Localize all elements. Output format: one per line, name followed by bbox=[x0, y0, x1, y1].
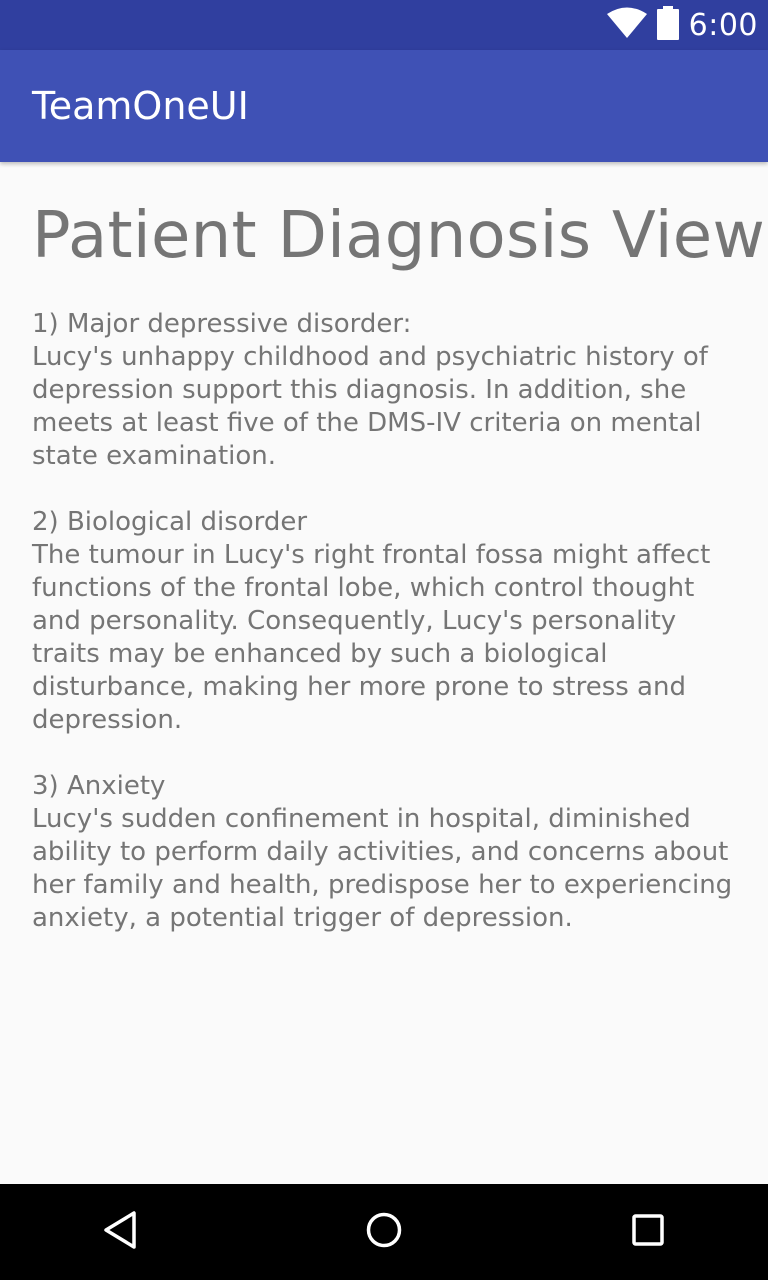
app-toolbar: TeamOneUI bbox=[0, 50, 768, 162]
diagnosis-item: 1) Major depressive disorder: Lucy's unh… bbox=[32, 308, 744, 473]
diagnosis-item: 2) Biological disorder The tumour in Luc… bbox=[32, 506, 744, 737]
status-time: 6:00 bbox=[688, 7, 758, 43]
status-bar: 6:00 bbox=[0, 0, 768, 50]
home-icon bbox=[364, 1210, 404, 1255]
diagnosis-heading: 3) Anxiety bbox=[32, 771, 166, 801]
navigation-bar bbox=[0, 1184, 768, 1280]
diagnosis-text: 1) Major depressive disorder: Lucy's unh… bbox=[32, 308, 744, 968]
back-icon bbox=[100, 1210, 140, 1255]
recents-button[interactable] bbox=[624, 1208, 672, 1256]
wifi-icon bbox=[606, 7, 647, 44]
status-indicators: 6:00 bbox=[606, 0, 758, 50]
battery-icon bbox=[656, 5, 679, 45]
app-title: TeamOneUI bbox=[32, 84, 249, 128]
diagnosis-heading: 1) Major depressive disorder: bbox=[32, 309, 412, 339]
diagnosis-item: 3) Anxiety Lucy's sudden confinement in … bbox=[32, 770, 744, 935]
diagnosis-description: The tumour in Lucy's right frontal fossa… bbox=[32, 540, 711, 735]
diagnosis-heading: 2) Biological disorder bbox=[32, 507, 308, 537]
diagnosis-description: Lucy's unhappy childhood and psychiatric… bbox=[32, 342, 708, 471]
page-title: Patient Diagnosis View bbox=[32, 199, 766, 273]
diagnosis-description: Lucy's sudden confinement in hospital, d… bbox=[32, 804, 733, 933]
home-button[interactable] bbox=[360, 1208, 408, 1256]
back-button[interactable] bbox=[96, 1208, 144, 1256]
recents-icon bbox=[628, 1210, 668, 1255]
main-content: Patient Diagnosis View 1) Major depressi… bbox=[0, 162, 768, 1184]
app-screen: 6:00 TeamOneUI Patient Diagnosis View 1)… bbox=[0, 0, 768, 1280]
